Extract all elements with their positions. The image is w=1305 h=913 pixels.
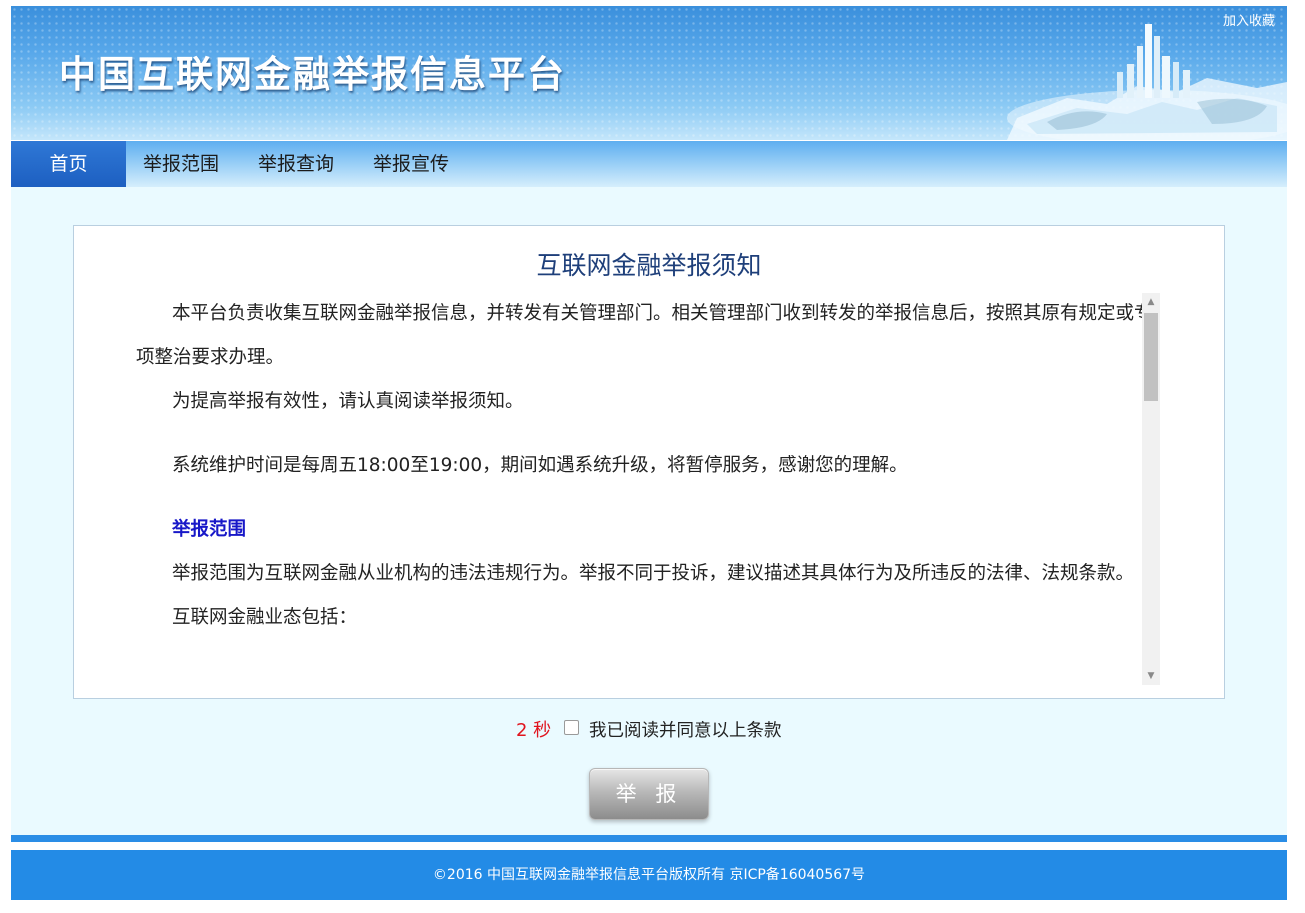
countdown-timer: 2 秒 (516, 720, 552, 741)
footer: ©2016 中国互联网金融举报信息平台版权所有 京ICP备16040567号 (11, 850, 1287, 900)
notice-paragraph: 系统维护时间是每周五18:00至19:00，期间如遇系统升级，将暂停服务，感谢您… (172, 455, 908, 476)
nav-item-report-query[interactable]: 举报查询 (258, 141, 334, 187)
notice-title: 互联网金融举报须知 (536, 251, 762, 280)
report-submit-button[interactable]: 举 报 (589, 768, 709, 820)
notice-paragraph: 举报范围为互联网金融从业机构的违法违规行为。举报不同于投诉，建议描述其具体行为及… (172, 563, 1135, 584)
nav-item-home[interactable]: 首页 (11, 141, 126, 187)
scroll-down-arrow-icon[interactable]: ▼ (1142, 667, 1160, 685)
section-heading-report-scope: 举报范围 (172, 519, 247, 540)
add-favorite-link[interactable]: 加入收藏 (1223, 10, 1275, 29)
notice-paragraph: 为提高举报有效性，请认真阅读举报须知。 (172, 391, 524, 412)
footer-copyright: ©2016 中国互联网金融举报信息平台版权所有 京ICP备16040567号 (432, 867, 866, 883)
site-title: 中国互联网金融举报信息平台 (59, 53, 566, 96)
agreement-row: 2 秒 我已阅读并同意以上条款 (11, 716, 1287, 742)
footer-divider (11, 835, 1287, 842)
page: 中国互联网金融举报信息平台 加入收藏 首页 举报范围 举报查询 举报宣传 互联网… (11, 6, 1287, 913)
main-content: 互联网金融举报须知 本平台负责收集互联网金融举报信息，并转发有关管理部门。相关管… (11, 187, 1287, 835)
nav-item-report-scope[interactable]: 举报范围 (143, 141, 219, 187)
agree-checkbox[interactable] (564, 720, 579, 735)
notice-panel: 互联网金融举报须知 本平台负责收集互联网金融举报信息，并转发有关管理部门。相关管… (73, 225, 1225, 699)
notice-paragraph: 本平台负责收集互联网金融举报信息，并转发有关管理部门。相关管理部门收到转发的举报… (136, 303, 1153, 368)
scrollbar-thumb[interactable] (1144, 313, 1158, 401)
notice-scroll-area[interactable]: 本平台负责收集互联网金融举报信息，并转发有关管理部门。相关管理部门收到转发的举报… (136, 292, 1162, 684)
scroll-up-arrow-icon[interactable]: ▲ (1142, 293, 1160, 311)
main-nav: 首页 举报范围 举报查询 举报宣传 (11, 141, 1287, 187)
nav-item-report-publicity[interactable]: 举报宣传 (373, 141, 449, 187)
agree-checkbox-label[interactable]: 我已阅读并同意以上条款 (589, 717, 782, 742)
notice-scrollbar[interactable]: ▲ ▼ (1142, 293, 1160, 685)
notice-paragraph: 互联网金融业态包括： (172, 607, 358, 628)
header-banner: 中国互联网金融举报信息平台 加入收藏 (11, 6, 1287, 140)
